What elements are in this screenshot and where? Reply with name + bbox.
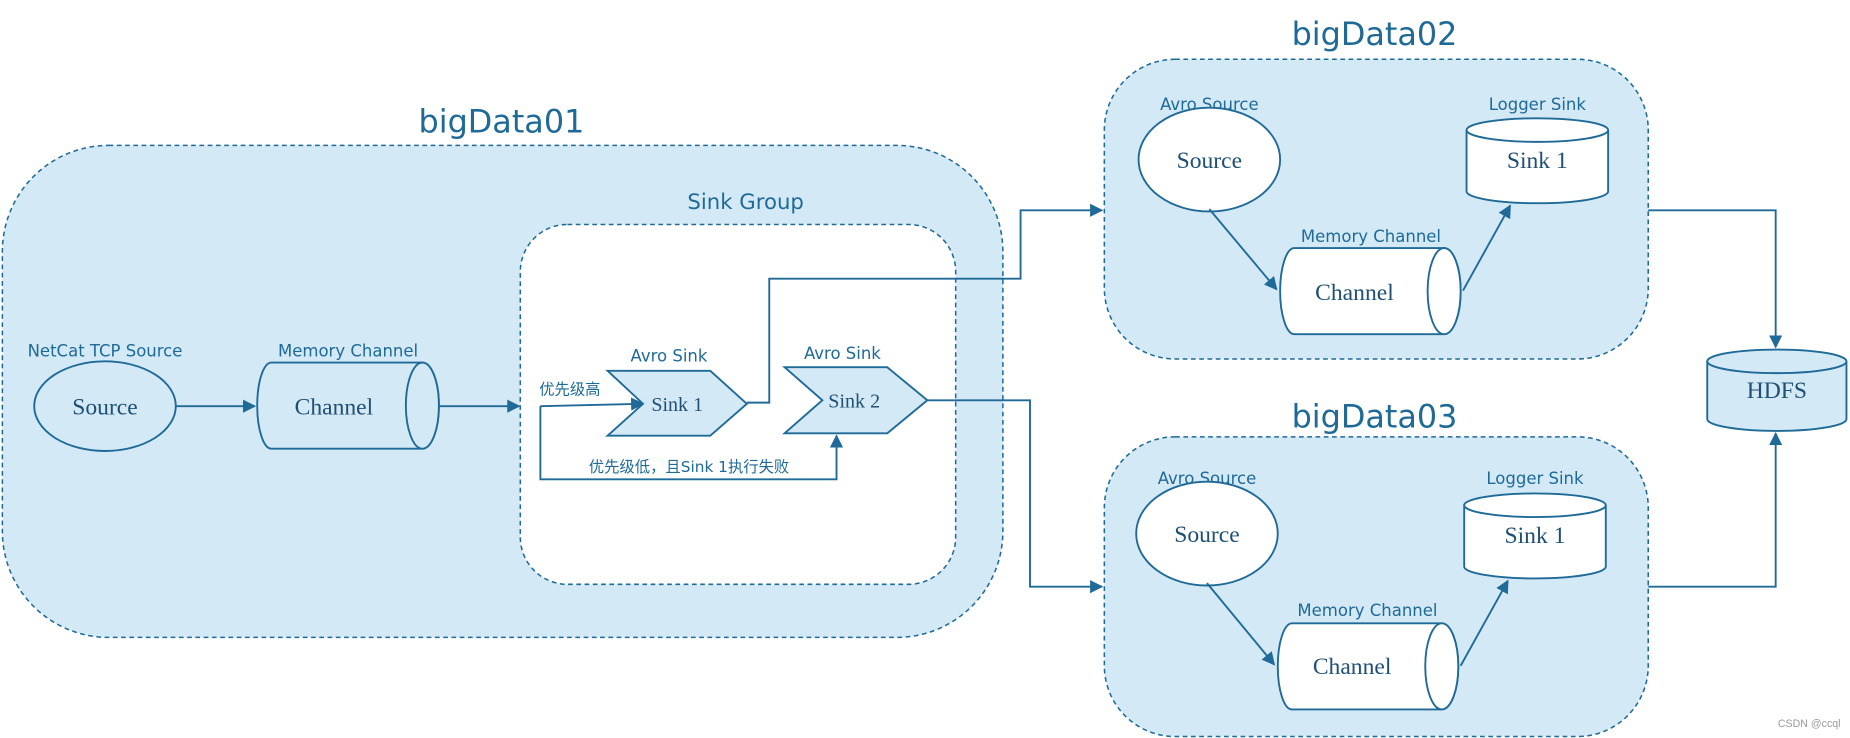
sink-label: Sink 1 <box>1507 148 1568 174</box>
sink2-caption: Avro Sink <box>804 344 881 363</box>
host-title: bigData01 <box>419 102 585 140</box>
host-title: bigData02 <box>1292 15 1458 53</box>
sink-caption: Logger Sink <box>1489 95 1587 114</box>
logger-sink-node: Sink 1 <box>1463 492 1607 580</box>
watermark: CSDN @ccql <box>1778 718 1841 730</box>
channel-node: Channel <box>1279 247 1462 336</box>
host-title: bigData03 <box>1292 397 1458 435</box>
source-node: Source <box>33 360 177 452</box>
sink-caption: Logger Sink <box>1486 469 1584 488</box>
source-label: Source <box>72 394 137 420</box>
host-bigdata01: bigData01 NetCat TCP Source Source Memor… <box>1 102 1004 639</box>
hdfs-node: HDFS <box>1706 348 1848 432</box>
channel-caption: Memory Channel <box>1297 601 1437 620</box>
logger-sink-node: Sink 1 <box>1465 117 1610 205</box>
source-node: Source <box>1135 480 1279 587</box>
sink1-caption: Avro Sink <box>631 346 708 365</box>
bigdata02-to-hdfs-arrow <box>1648 209 1783 349</box>
source-node: Source <box>1137 106 1282 213</box>
host-bigdata02: bigData02 Avro Source Source Logger Sink… <box>1103 15 1650 360</box>
sink-label: Sink 1 <box>1505 523 1566 549</box>
source-label: Source <box>1174 522 1239 548</box>
high-priority-label: 优先级高 <box>539 380 600 398</box>
bigdata03-to-hdfs-arrow <box>1648 431 1783 588</box>
sink-group-title: Sink Group <box>687 190 803 215</box>
source-caption: NetCat TCP Source <box>28 342 183 361</box>
sink2-label: Sink 2 <box>828 390 880 412</box>
channel-label: Channel <box>1315 280 1394 306</box>
host-bigdata03: bigData03 Avro Source Source Logger Sink… <box>1103 397 1650 738</box>
channel-caption: Memory Channel <box>278 342 418 361</box>
channel-caption: Memory Channel <box>1301 227 1441 246</box>
sink1-label: Sink 1 <box>651 394 703 416</box>
flume-failover-diagram: bigData01 NetCat TCP Source Source Memor… <box>1 15 1848 738</box>
hdfs-label: HDFS <box>1747 378 1807 404</box>
source-label: Source <box>1177 148 1242 174</box>
channel-node: Channel <box>256 361 440 450</box>
channel-label: Channel <box>1313 654 1392 680</box>
channel-label: Channel <box>295 394 374 420</box>
low-priority-label: 优先级低，且Sink 1执行失败 <box>589 458 790 476</box>
channel-node: Channel <box>1276 622 1460 711</box>
